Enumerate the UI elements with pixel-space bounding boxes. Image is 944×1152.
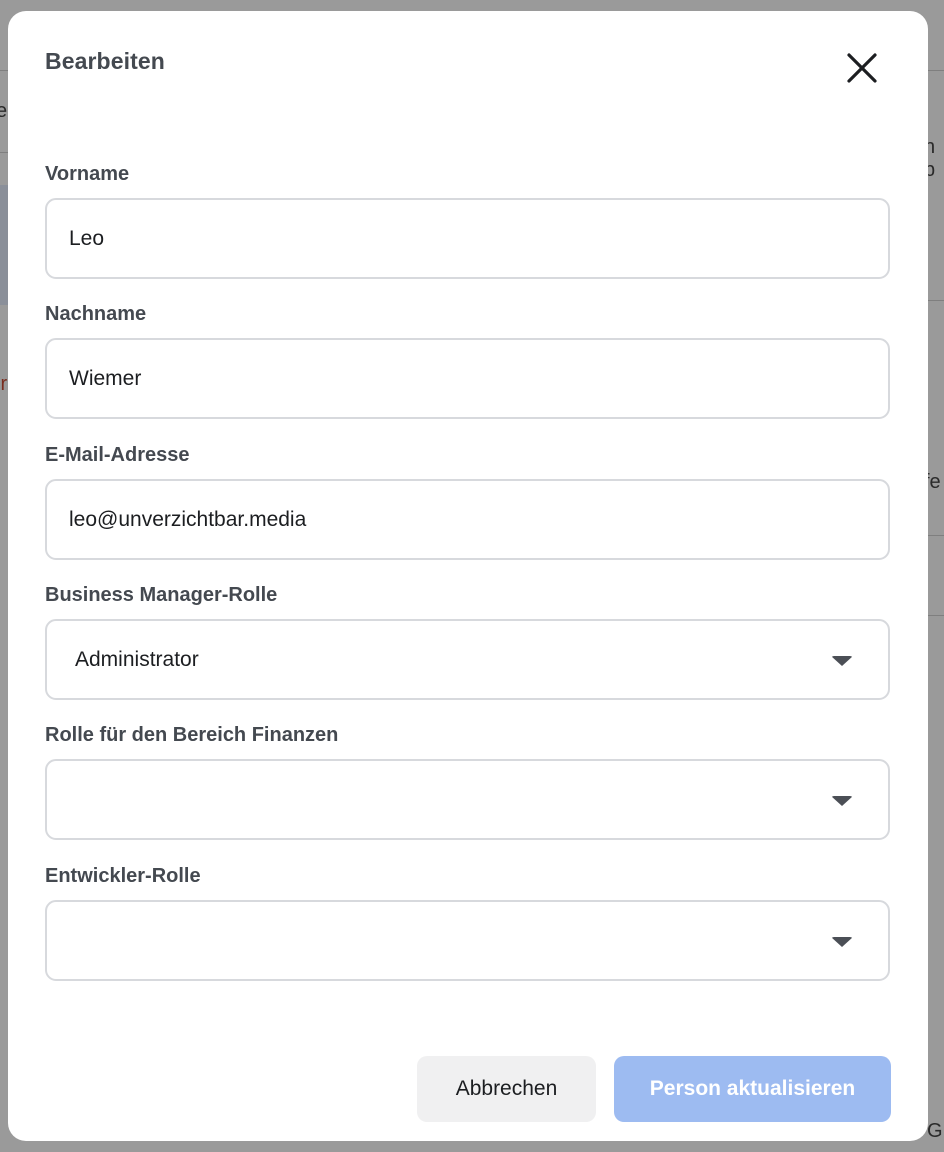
first-name-label: Vorname	[45, 163, 130, 185]
developer-role-label: Entwickler-Rolle	[45, 865, 201, 887]
chevron-down-icon	[831, 796, 853, 806]
dialog-title: Bearbeiten	[45, 48, 165, 74]
chevron-down-icon	[831, 656, 853, 666]
email-field[interactable]: leo@unverzichtbar.media	[45, 479, 890, 560]
last-name-label: Nachname	[45, 303, 147, 325]
business-role-value: Administrator	[75, 648, 199, 671]
email-value: leo@unverzichtbar.media	[69, 508, 307, 531]
close-button[interactable]	[841, 47, 883, 89]
last-name-field[interactable]: Wiemer	[45, 338, 890, 419]
business-role-select[interactable]: Administrator	[45, 619, 890, 700]
first-name-field[interactable]: Leo	[45, 198, 890, 279]
email-label: E-Mail-Adresse	[45, 444, 190, 466]
close-icon	[847, 53, 877, 83]
update-person-button[interactable]: Person aktualisieren	[614, 1056, 891, 1122]
business-role-label: Business Manager-Rolle	[45, 584, 278, 606]
background-divider	[0, 70, 8, 71]
finance-role-label: Rolle für den Bereich Finanzen	[45, 724, 339, 746]
background-divider	[928, 615, 944, 616]
edit-person-dialog: Bearbeiten Vorname Leo Nachname Wiemer E…	[8, 11, 928, 1141]
background-divider	[0, 152, 8, 153]
background-divider	[928, 300, 944, 301]
chevron-down-icon	[831, 937, 853, 947]
background-divider	[928, 70, 944, 71]
background-panel	[0, 185, 8, 305]
first-name-value: Leo	[69, 227, 105, 250]
background-divider	[928, 535, 944, 536]
background-text: e	[0, 100, 8, 122]
background-text: ir	[0, 373, 8, 395]
developer-role-select[interactable]	[45, 900, 890, 981]
last-name-value: Wiemer	[69, 367, 142, 390]
finance-role-select[interactable]	[45, 759, 890, 840]
background-text: G	[927, 1120, 943, 1142]
cancel-button[interactable]: Abbrechen	[417, 1056, 596, 1122]
